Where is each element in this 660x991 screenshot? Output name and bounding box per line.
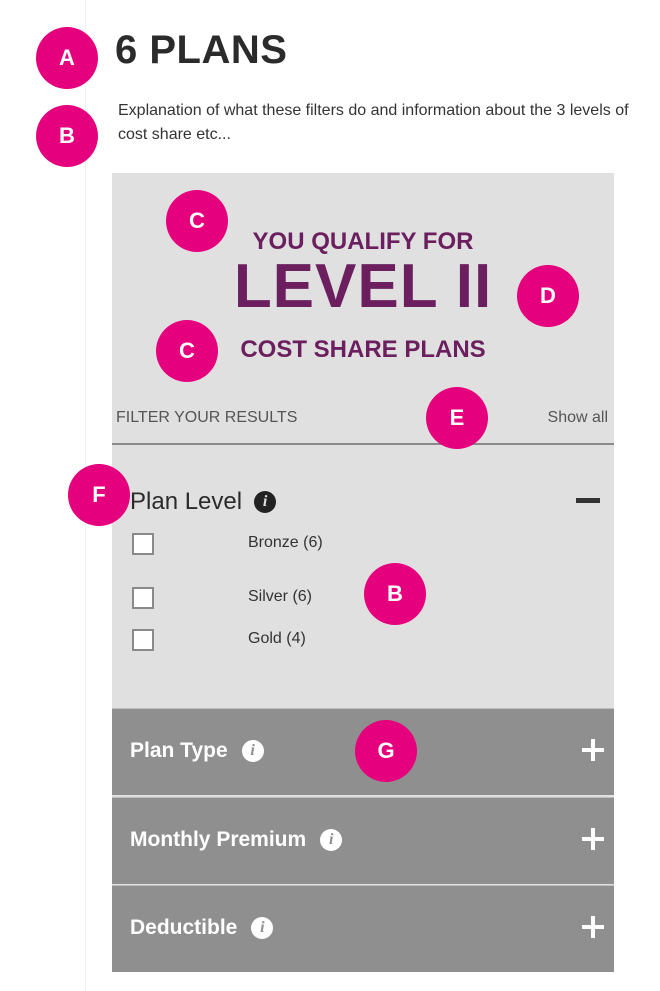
- annotation-marker-d: D: [517, 265, 579, 327]
- plan-level-option-bronze[interactable]: Bronze (6): [132, 533, 392, 557]
- annotation-marker-e: E: [426, 387, 488, 449]
- annotation-marker-b: B: [364, 563, 426, 625]
- accordion-label: Plan Type: [130, 739, 228, 762]
- plan-level-header[interactable]: Plan Level i: [130, 488, 277, 516]
- collapse-minus-icon[interactable]: [576, 488, 600, 512]
- plan-level-option-gold[interactable]: Gold (4): [132, 629, 392, 653]
- option-label: Gold (4): [248, 630, 306, 647]
- annotation-marker-b: B: [36, 105, 98, 167]
- accordion-title: Monthly Premium i: [130, 828, 343, 852]
- expand-plus-icon[interactable]: [582, 828, 604, 850]
- plan-level-option-silver[interactable]: Silver (6): [132, 587, 392, 611]
- info-icon[interactable]: i: [251, 917, 274, 939]
- accordion-monthly-premium[interactable]: Monthly Premium i: [112, 797, 614, 884]
- annotation-marker-c: C: [156, 320, 218, 382]
- checkbox[interactable]: [132, 533, 154, 555]
- annotation-marker-g: G: [355, 720, 417, 782]
- info-icon[interactable]: i: [254, 491, 277, 513]
- filter-results-label: FILTER YOUR RESULTS: [116, 409, 298, 426]
- plan-level-section: Plan Level i Bronze (6) Silver (6) Gold …: [112, 445, 614, 707]
- accordion-label: Monthly Premium: [130, 828, 307, 851]
- accordion-title: Deductible i: [130, 916, 274, 940]
- info-icon[interactable]: i: [241, 740, 264, 762]
- plan-level-title: Plan Level: [130, 488, 243, 515]
- annotation-marker-f: F: [68, 464, 130, 526]
- plan-count-title: 6 PLANS: [115, 28, 288, 72]
- annotation-marker-c: C: [166, 190, 228, 252]
- option-label: Bronze (6): [248, 534, 323, 551]
- annotation-marker-a: A: [36, 27, 98, 89]
- expand-plus-icon[interactable]: [582, 739, 604, 761]
- checkbox[interactable]: [132, 629, 154, 651]
- show-all-link[interactable]: Show all: [548, 409, 608, 427]
- filter-bar: FILTER YOUR RESULTS Show all: [112, 401, 614, 445]
- checkbox[interactable]: [132, 587, 154, 609]
- info-icon[interactable]: i: [320, 829, 343, 851]
- accordion-title: Plan Type i: [130, 739, 264, 763]
- filter-description: Explanation of what these filters do and…: [118, 102, 629, 143]
- accordion-deductible[interactable]: Deductible i: [112, 885, 614, 972]
- option-label: Silver (6): [248, 588, 313, 605]
- accordion-label: Deductible: [130, 916, 238, 939]
- expand-plus-icon[interactable]: [582, 916, 604, 938]
